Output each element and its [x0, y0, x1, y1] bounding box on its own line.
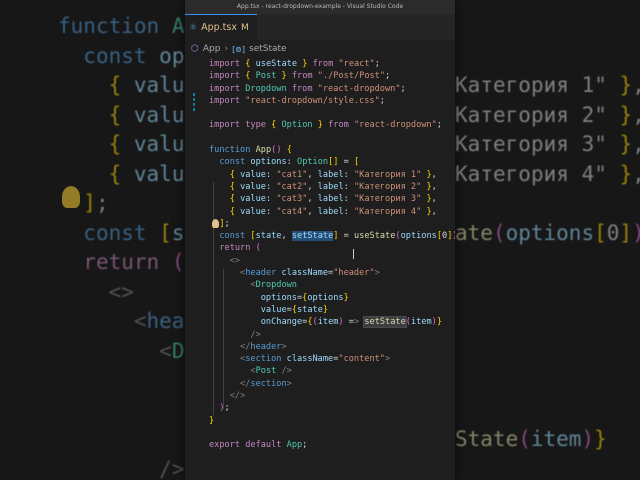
code-line: </>	[229, 391, 246, 402]
code-line: { value: "cat1", label: "Категория 1" },	[229, 169, 437, 180]
code-editor[interactable]: import { useState } from "react"; import …	[209, 58, 455, 452]
code-line: function App() {	[209, 145, 292, 156]
background-code-line-right: ate(options[0]);	[455, 220, 640, 245]
breadcrumb-symbol[interactable]: setState	[249, 44, 287, 54]
code-line: { value: "cat4", label: "Категория 4" },	[229, 206, 437, 217]
code-line: <Post />	[250, 366, 292, 377]
text-cursor	[353, 249, 354, 259]
code-line: import { useState } from "react";	[209, 59, 380, 69]
lightbulb-icon[interactable]	[212, 219, 219, 228]
tsx-file-icon: ⚛	[189, 22, 198, 33]
tab-label: App.tsx	[201, 22, 237, 33]
code-line: const options: Option[] = [	[219, 157, 360, 168]
chevron-right-icon: ›	[224, 44, 229, 54]
code-line: <section className="content">	[240, 354, 391, 365]
editor-window: App.tsx - react-dropdown-example - Visua…	[185, 0, 455, 480]
breadcrumb-file[interactable]: App	[203, 44, 221, 54]
code-line: ];	[219, 218, 230, 229]
background-code-line: { value	[108, 161, 198, 186]
background-code-line: o	[58, 427, 197, 451]
code-line: import "react-dropdown/style.css";	[209, 95, 385, 106]
background-code-line: { value	[108, 73, 198, 97]
modified-indicator: M	[240, 22, 249, 33]
code-line: onChange={(item) => setState(item)}	[260, 316, 443, 329]
code-line: <header className="header">	[240, 268, 380, 279]
background-code-line-right: Категория 3" },	[455, 132, 640, 156]
window-title: App.tsx - react-dropdown-example - Visua…	[185, 0, 455, 14]
code-line: return (	[219, 243, 261, 254]
code-line: value={state}	[260, 304, 329, 315]
code-line: </section>	[240, 378, 292, 389]
code-line: />	[250, 329, 261, 340]
background-code-line: />	[159, 456, 185, 480]
code-line: );	[219, 403, 230, 414]
code-line: import { Post } from "./Post/Post";	[209, 71, 391, 82]
code-line: const [state, setState] = useState(optio…	[219, 231, 455, 242]
breadcrumb: ⬡ App › [⊚] setState	[185, 40, 455, 58]
background-code-line: <head	[133, 309, 198, 333]
git-change-markers	[193, 93, 195, 113]
code-line: </header>	[240, 341, 287, 352]
variable-icon: [⊚]	[232, 44, 246, 54]
background-code-line: { value	[108, 102, 198, 127]
code-line: <Dropdown	[250, 280, 297, 291]
background-code-line: o	[58, 368, 197, 392]
background-code-line: return (	[83, 250, 185, 274]
code-line: import type { Option } from "react-dropd…	[209, 120, 442, 131]
background-code-line-right: Категория 2" },	[455, 102, 640, 127]
tab-bar: ⚛ App.tsx M	[185, 14, 455, 40]
background-code-line-right: Категория 1" },	[455, 73, 640, 97]
background-code-line: ];	[83, 191, 109, 215]
tab-app-tsx[interactable]: ⚛ App.tsx M	[185, 14, 257, 40]
background-code-line: <Dr	[159, 338, 197, 363]
background-code-line: v	[58, 398, 197, 422]
code-line: export default App;	[209, 440, 308, 451]
background-code-line-right: State(item)}	[455, 427, 607, 451]
background-code-line-right: Категория 4" },	[455, 161, 640, 186]
code-line: options={options}	[260, 292, 349, 303]
background-code-line: const opt	[83, 43, 198, 68]
component-icon: ⬡	[191, 44, 199, 54]
code-line: import Dropdown from "react-dropdown";	[209, 83, 406, 94]
code-line: { value: "cat2", label: "Категория 2" },	[229, 181, 437, 192]
background-code-line: { value	[108, 132, 198, 156]
code-line: <>	[229, 255, 241, 266]
code-line: { value: "cat3", label: "Категория 3" },	[229, 194, 437, 205]
code-line: }	[209, 415, 215, 426]
background-code-line: <>	[108, 279, 134, 304]
